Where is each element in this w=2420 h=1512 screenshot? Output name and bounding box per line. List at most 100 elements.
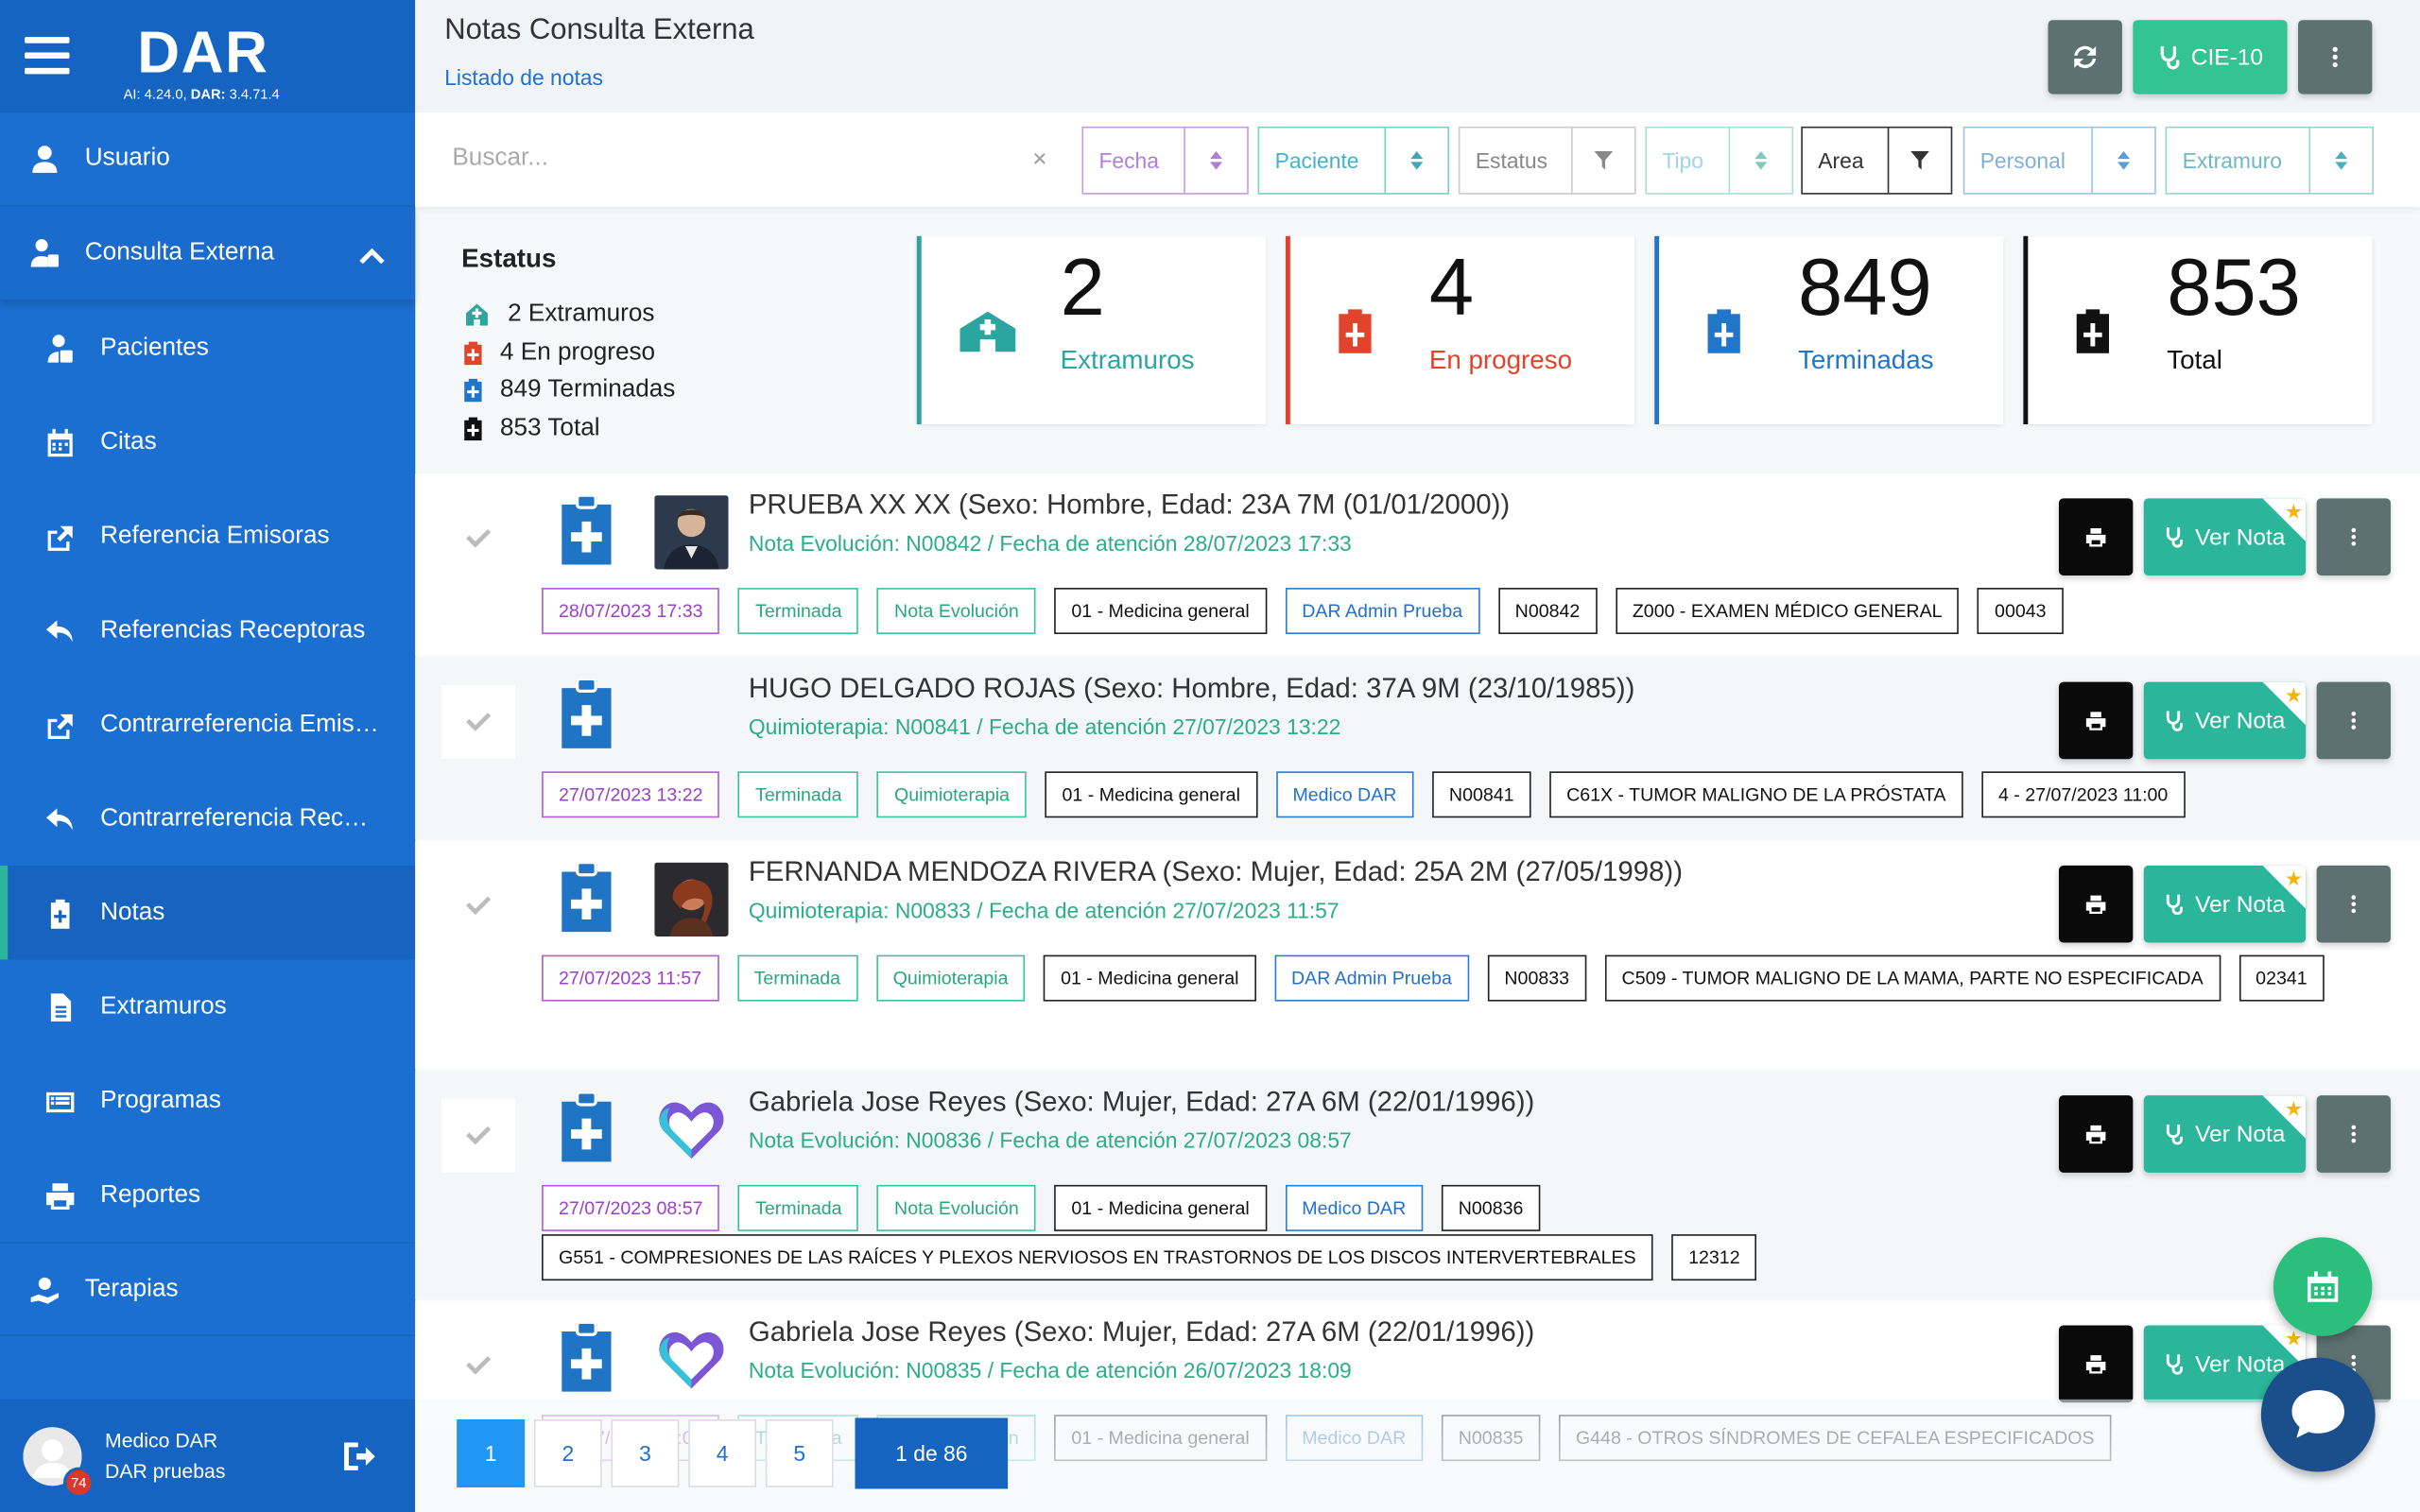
- filter-extramuro[interactable]: Extramuro: [2165, 126, 2375, 195]
- note-row[interactable]: PRUEBA XX XX (Sexo: Hombre, Edad: 23A 7M…: [415, 473, 2420, 656]
- note-row[interactable]: FERNANDA MENDOZA RIVERA (Sexo: Mujer, Ed…: [415, 840, 2420, 1070]
- filter-label: Area: [1818, 147, 1864, 173]
- view-note-button[interactable]: Ver Nota ★: [2143, 865, 2307, 943]
- stat-card-total[interactable]: 853 Total: [2023, 235, 2373, 424]
- patient-name[interactable]: FERNANDA MENDOZA RIVERA (Sexo: Mujer, Ed…: [749, 856, 1683, 888]
- page-button[interactable]: 3: [611, 1419, 680, 1487]
- filter-label: Paciente: [1274, 147, 1359, 173]
- calendar-fab-button[interactable]: [2273, 1237, 2373, 1336]
- stat-card-extramuros[interactable]: 2 Extramuros: [916, 235, 1266, 424]
- page-header: Notas Consulta Externa Listado de notas …: [415, 0, 2420, 113]
- list-icon: [43, 1084, 78, 1118]
- filter-label: Estatus: [1475, 147, 1548, 173]
- printer-icon: [43, 1178, 78, 1212]
- logout-icon[interactable]: [341, 1439, 375, 1473]
- print-button[interactable]: [2058, 865, 2134, 943]
- filter-estatus[interactable]: Estatus: [1458, 126, 1636, 195]
- note-row[interactable]: Gabriela Jose Reyes (Sexo: Mujer, Edad: …: [415, 1071, 2420, 1299]
- row-more-button[interactable]: [2316, 681, 2391, 760]
- view-note-button[interactable]: Ver Nota ★: [2143, 498, 2307, 576]
- clipboard-plus-icon: [1339, 309, 1372, 353]
- check-icon: [466, 713, 492, 731]
- page-button[interactable]: 2: [533, 1419, 602, 1487]
- sidebar-item-contrarreferencia-receptoras[interactable]: Contrarreferencia Rec…: [0, 771, 415, 866]
- note-tag: DAR Admin Prueba: [1274, 954, 1469, 1002]
- view-note-button[interactable]: Ver Nota ★: [2143, 681, 2307, 760]
- print-button[interactable]: [2058, 1325, 2134, 1403]
- sidebar-item-usuario[interactable]: Usuario: [0, 112, 416, 207]
- hamburger-menu-icon[interactable]: [25, 37, 70, 75]
- chat-fab-button[interactable]: [2260, 1357, 2376, 1472]
- sidebar-item-reportes[interactable]: Reportes: [0, 1148, 415, 1243]
- patient-name[interactable]: Gabriela Jose Reyes (Sexo: Mujer, Edad: …: [749, 1316, 1534, 1349]
- note-row[interactable]: HUGO DELGADO ROJAS (Sexo: Hombre, Edad: …: [415, 657, 2420, 840]
- status-line-extramuros: 2 Extramuros: [461, 296, 675, 334]
- row-more-button[interactable]: [2316, 865, 2391, 943]
- cie10-button[interactable]: CIE-10: [2133, 20, 2288, 94]
- filter-paciente[interactable]: Paciente: [1257, 126, 1450, 195]
- sidebar-item-pacientes[interactable]: Pacientes: [0, 301, 415, 395]
- filter-funnel-icon[interactable]: [1887, 128, 1951, 194]
- breadcrumb[interactable]: Listado de notas: [444, 65, 603, 90]
- filter-fecha[interactable]: Fecha: [1081, 126, 1249, 195]
- sidebar-item-extramuros[interactable]: Extramuros: [0, 960, 415, 1055]
- clipboard-plus-icon: [43, 896, 78, 930]
- patient-name[interactable]: Gabriela Jose Reyes (Sexo: Mujer, Edad: …: [749, 1086, 1534, 1118]
- select-checkbox[interactable]: [441, 684, 516, 760]
- sort-icon[interactable]: [1728, 128, 1792, 194]
- printer-icon: [2085, 1355, 2106, 1374]
- printer-icon: [2085, 895, 2106, 915]
- sidebar-item-referencia-emisoras[interactable]: Referencia Emisoras: [0, 490, 415, 584]
- select-checkbox[interactable]: [441, 1098, 516, 1173]
- stat-card-en-progreso[interactable]: 4 En progreso: [1285, 235, 1634, 424]
- sidebar-item-programas[interactable]: Programas: [0, 1054, 415, 1148]
- user-org: DAR pruebas: [105, 1458, 226, 1483]
- filter-area[interactable]: Area: [1801, 126, 1953, 195]
- print-button[interactable]: [2058, 681, 2134, 760]
- sidebar-item-consulta-externa[interactable]: Consulta Externa: [0, 206, 416, 301]
- search-input[interactable]: Buscar...: [452, 145, 548, 172]
- sidebar-item-contrarreferencia-emisoras[interactable]: Contrarreferencia Emis…: [0, 678, 415, 772]
- sidebar-item-terapias[interactable]: Terapias: [0, 1242, 416, 1336]
- sort-icon[interactable]: [2091, 128, 2154, 194]
- sort-icon[interactable]: [2308, 128, 2372, 194]
- filter-label: Extramuro: [2182, 147, 2283, 173]
- sort-icon[interactable]: [1384, 128, 1447, 194]
- note-tag: Nota Evolución: [877, 588, 1036, 635]
- note-tag: G551 - COMPRESIONES DE LAS RAÍCES Y PLEX…: [542, 1234, 1653, 1281]
- filter-personal[interactable]: Personal: [1962, 126, 2156, 195]
- chevron-up-icon[interactable]: [356, 241, 388, 272]
- sidebar-item-label: Referencias Receptoras: [100, 616, 366, 643]
- patient-name[interactable]: PRUEBA XX XX (Sexo: Hombre, Edad: 23A 7M…: [749, 490, 1510, 522]
- page-button[interactable]: 4: [688, 1419, 756, 1487]
- select-checkbox[interactable]: [441, 502, 515, 576]
- version-info: AI: 4.24.0, DAR: 3.4.71.4: [123, 86, 280, 102]
- sidebar-item-referencias-receptoras[interactable]: Referencias Receptoras: [0, 583, 415, 678]
- sidebar-item-citas[interactable]: Citas: [0, 395, 415, 490]
- row-more-button[interactable]: [2316, 498, 2391, 576]
- clear-search-icon[interactable]: ×: [1032, 146, 1046, 174]
- select-checkbox[interactable]: [441, 868, 515, 942]
- heart-logo-icon: [659, 1332, 724, 1389]
- sort-icon[interactable]: [1184, 128, 1247, 194]
- status-title: Estatus: [461, 243, 557, 273]
- check-icon: [466, 896, 492, 916]
- filter-funnel-icon[interactable]: [1571, 128, 1634, 194]
- select-checkbox[interactable]: [441, 1329, 515, 1402]
- print-button[interactable]: [2058, 1095, 2134, 1173]
- row-more-button[interactable]: [2316, 1095, 2391, 1173]
- view-note-button[interactable]: Ver Nota ★: [2143, 1095, 2307, 1173]
- patient-avatar: [654, 495, 729, 570]
- page-button[interactable]: 1: [457, 1419, 526, 1487]
- page-button[interactable]: 5: [765, 1419, 834, 1487]
- print-button[interactable]: [2058, 498, 2134, 576]
- sidebar-item-notas[interactable]: Notas: [0, 865, 416, 960]
- filter-tipo[interactable]: Tipo: [1645, 126, 1794, 195]
- stat-card-terminadas[interactable]: 849 Terminadas: [1654, 235, 2004, 424]
- note-tag: Z000 - EXAMEN MÉDICO GENERAL: [1615, 588, 1960, 635]
- more-options-button[interactable]: [2298, 20, 2373, 94]
- calendar-icon: [2307, 1271, 2339, 1302]
- patient-name[interactable]: HUGO DELGADO ROJAS (Sexo: Hombre, Edad: …: [749, 673, 1635, 705]
- refresh-button[interactable]: [2048, 20, 2122, 94]
- avatar[interactable]: 74: [23, 1426, 95, 1498]
